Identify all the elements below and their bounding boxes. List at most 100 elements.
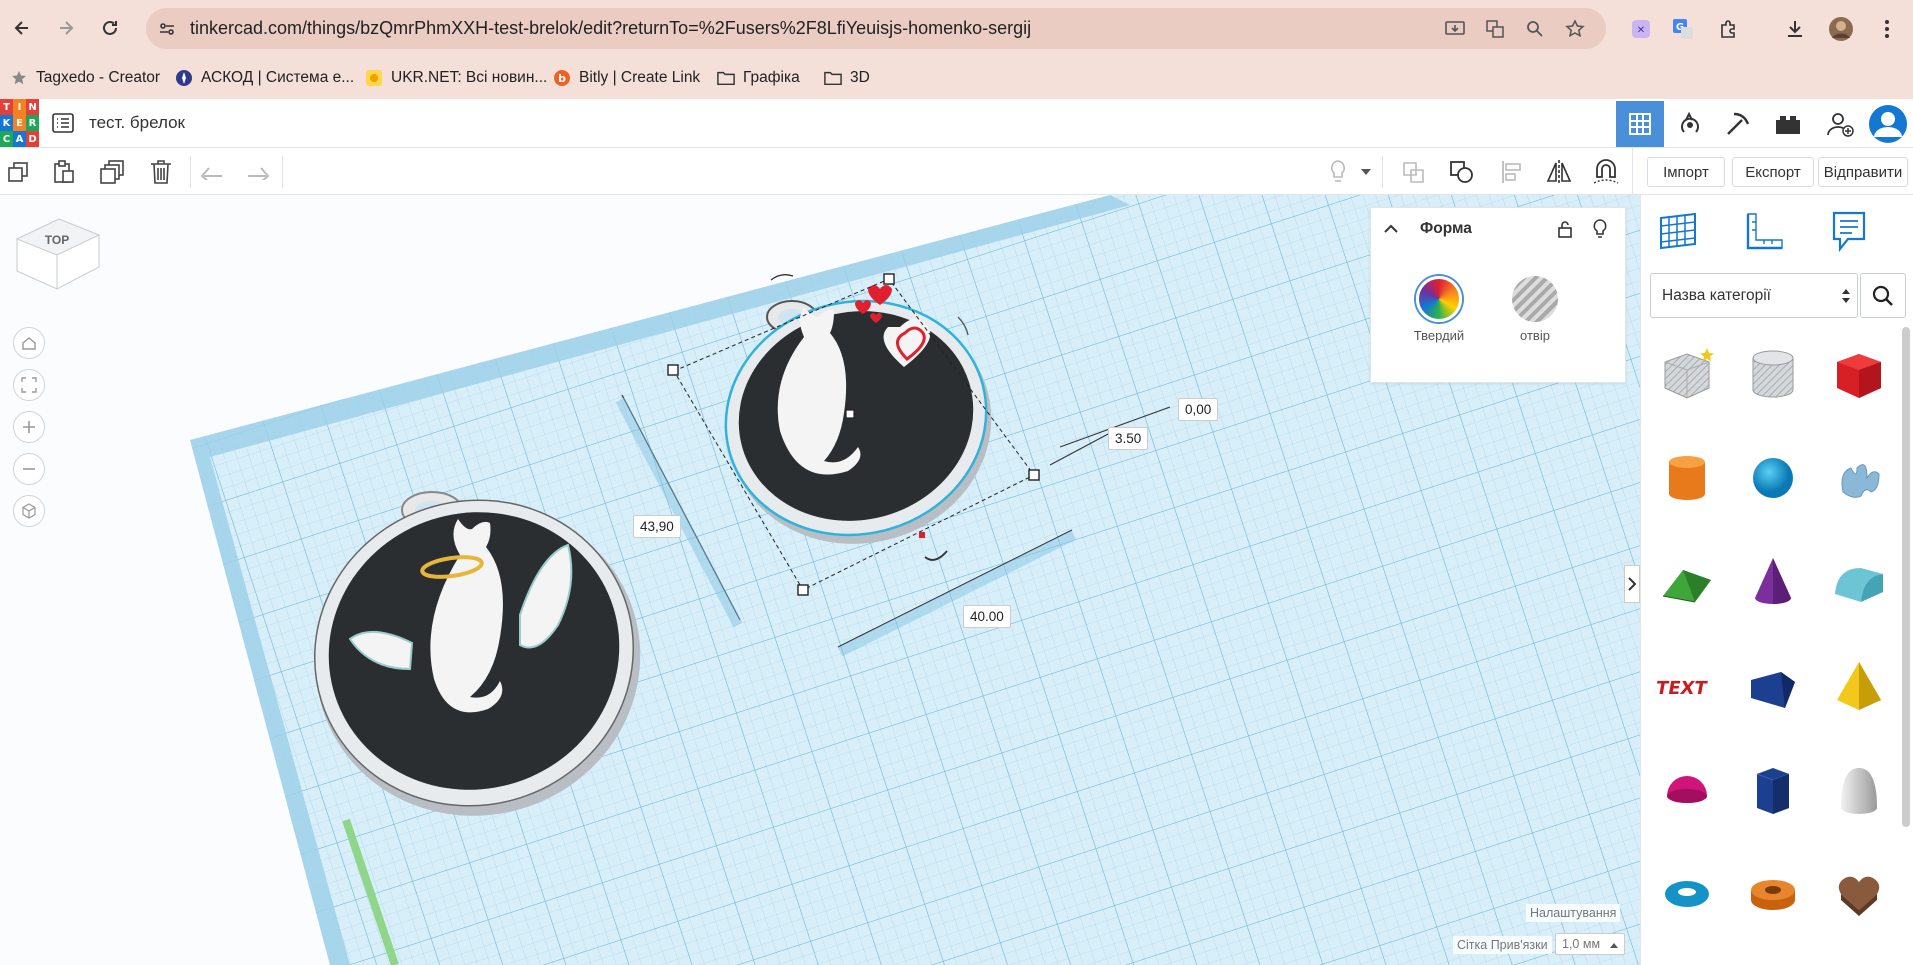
resize-handle	[797, 584, 809, 596]
grid-snap-label: Сітка Прив'язки	[1453, 936, 1552, 954]
shape-heart[interactable]	[1819, 847, 1899, 941]
grid-snap-select[interactable]: 1,0 мм	[1555, 933, 1625, 955]
shape-scribble[interactable]	[1819, 431, 1899, 525]
bookmark-askod[interactable]: АСКОД | Система е...	[175, 67, 354, 89]
install-app-icon[interactable]	[1442, 16, 1468, 42]
design-title[interactable]: тест. брелок	[89, 113, 185, 133]
light-button[interactable]	[1322, 156, 1354, 188]
undo-button[interactable]	[196, 156, 228, 188]
depth-dimension[interactable]: 3.50	[1108, 427, 1149, 450]
shape-text[interactable]: TEXT	[1647, 639, 1727, 733]
svg-text:TEXT: TEXT	[1657, 678, 1709, 699]
settings-link[interactable]: Налаштування	[1526, 904, 1621, 922]
bricks-button[interactable]	[1714, 101, 1762, 147]
mirror-button[interactable]	[1543, 156, 1575, 188]
bookmark-tagxedo[interactable]: Tagxedo - Creator	[10, 67, 160, 89]
shape-sphere[interactable]	[1733, 431, 1813, 525]
updown-caret-icon	[1842, 289, 1850, 303]
fit-view-button[interactable]	[13, 369, 45, 401]
sidebar-collapse-toggle[interactable]	[1624, 565, 1640, 603]
back-button[interactable]	[6, 12, 38, 44]
perspective-button[interactable]	[13, 495, 45, 527]
cruise-button[interactable]	[1590, 156, 1622, 188]
notes-tab[interactable]	[1819, 205, 1879, 257]
site-info-icon[interactable]	[154, 16, 180, 42]
copy-button[interactable]	[2, 156, 34, 188]
google-translate-ext-icon[interactable]: G	[1668, 14, 1698, 44]
profile-avatar[interactable]	[1826, 14, 1856, 44]
shape-torus[interactable]	[1647, 847, 1727, 941]
view-cube[interactable]: TOP	[15, 217, 101, 307]
lego-button[interactable]	[1764, 101, 1812, 147]
blocks-button[interactable]	[1666, 101, 1714, 147]
align-icon	[1502, 161, 1521, 183]
shape-box-hole[interactable]	[1647, 327, 1727, 421]
duplicate-button[interactable]	[96, 156, 128, 188]
back-arrow-icon	[14, 21, 28, 35]
ruler-tab[interactable]	[1734, 205, 1794, 257]
zoom-in-button[interactable]	[13, 411, 45, 443]
bookmark-ukrnet[interactable]: UKR.NET: Всі новин...	[365, 67, 547, 89]
delete-button[interactable]	[145, 156, 177, 188]
download-icon[interactable]	[1780, 14, 1810, 44]
forward-button[interactable]	[50, 12, 82, 44]
zoom-icon[interactable]	[1522, 16, 1548, 42]
shape-cylinder[interactable]	[1647, 431, 1727, 525]
invite-user-button[interactable]	[1816, 101, 1864, 147]
solid-option[interactable]: Твердий	[1409, 276, 1469, 343]
shape-box[interactable]	[1819, 327, 1899, 421]
paste-button[interactable]	[48, 156, 80, 188]
bookmark-folder-grafika[interactable]: Графіка	[717, 67, 800, 89]
shape-cylinder-hole[interactable]	[1733, 327, 1813, 421]
bookmark-folder-3d[interactable]: 3D	[824, 67, 870, 89]
unlock-icon[interactable]	[1557, 220, 1573, 238]
height-dimension[interactable]: 43,90	[633, 515, 681, 538]
send-to-button[interactable]: Відправити	[1818, 157, 1908, 187]
reload-button[interactable]	[94, 12, 126, 44]
mirror-icon	[1546, 160, 1572, 184]
chevron-right-icon	[1628, 577, 1636, 591]
extension-icon-1[interactable]: ✕	[1626, 14, 1656, 44]
shape-pyramid[interactable]	[1819, 639, 1899, 733]
shape-search-button[interactable]	[1860, 273, 1906, 318]
hole-option[interactable]: отвір	[1505, 276, 1565, 343]
user-avatar[interactable]	[1864, 101, 1912, 147]
lightbulb-icon[interactable]	[1593, 219, 1607, 239]
workplane-tab[interactable]	[1648, 205, 1708, 257]
width-dimension[interactable]: 40.00	[963, 605, 1011, 628]
ungroup-button[interactable]	[1446, 156, 1478, 188]
shape-polygon[interactable]	[1733, 743, 1813, 837]
grid-icon	[1629, 113, 1651, 135]
collapse-chevron-icon[interactable]	[1384, 224, 1398, 233]
light-dropdown[interactable]	[1358, 156, 1374, 188]
shape-cone[interactable]	[1733, 535, 1813, 629]
chrome-menu-icon[interactable]	[1872, 14, 1902, 44]
home-view-button[interactable]	[13, 327, 45, 359]
bookmark-bitly[interactable]: b Bitly | Create Link	[553, 67, 700, 89]
align-button[interactable]	[1496, 156, 1528, 188]
export-button[interactable]: Експорт	[1732, 157, 1814, 187]
shape-roof[interactable]	[1647, 535, 1727, 629]
category-select[interactable]: Назва категорії	[1650, 273, 1858, 318]
shape-half-sphere[interactable]	[1647, 743, 1727, 837]
bookmark-star-icon[interactable]	[1562, 16, 1588, 42]
redo-button[interactable]	[242, 156, 274, 188]
add-user-icon	[1827, 113, 1854, 137]
zoom-out-button[interactable]	[13, 453, 45, 485]
puzzle-extensions-icon[interactable]	[1714, 14, 1744, 44]
3d-view-button[interactable]	[1616, 101, 1664, 147]
hole-swatch-icon	[1512, 276, 1558, 322]
design-list-icon[interactable]	[52, 113, 74, 133]
tinkercad-logo[interactable]: T I N K E R C A D	[0, 99, 40, 147]
svg-text:✕: ✕	[1637, 25, 1645, 36]
shape-wedge[interactable]	[1733, 639, 1813, 733]
import-button[interactable]: Імпорт	[1647, 157, 1725, 187]
shape-round-roof[interactable]	[1819, 535, 1899, 629]
translate-icon[interactable]	[1482, 16, 1508, 42]
url-text[interactable]: tinkercad.com/things/bzQmrPhmXXH-test-br…	[190, 18, 1031, 39]
shapes-scrollbar[interactable]	[1902, 327, 1910, 827]
shape-tube[interactable]	[1733, 847, 1813, 941]
shape-paraboloid[interactable]	[1819, 743, 1899, 837]
elevation-dimension[interactable]: 0,00	[1178, 398, 1219, 421]
group-button[interactable]	[1398, 156, 1430, 188]
